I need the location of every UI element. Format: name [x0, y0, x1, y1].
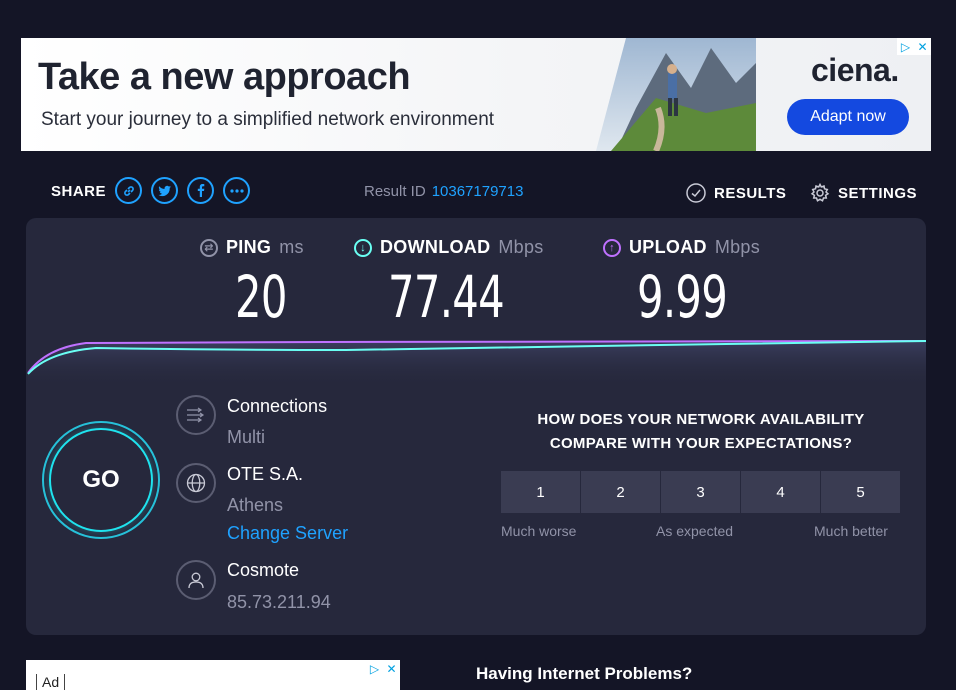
results-label: RESULTS: [714, 184, 787, 202]
settings-link[interactable]: SETTINGS: [810, 183, 917, 203]
survey-question: HOW DOES YOUR NETWORK AVAILABILITY COMPA…: [537, 411, 865, 452]
more-icon[interactable]: [223, 177, 250, 204]
change-server-link[interactable]: Change Server: [227, 523, 348, 544]
close-icon[interactable]: ✕: [914, 38, 931, 55]
rating-3-button[interactable]: 3: [661, 471, 740, 513]
ad-tag: Ad: [36, 674, 66, 690]
globe-icon: [176, 463, 216, 503]
user-icon: [176, 560, 216, 600]
ping-unit: ms: [279, 237, 304, 257]
connections-value[interactable]: Multi: [227, 427, 265, 448]
rating-5-button[interactable]: 5: [821, 471, 900, 513]
connections-title: Connections: [227, 396, 328, 416]
internet-problems-heading: Having Internet Problems?: [476, 664, 693, 683]
rating-label-mid: As expected: [656, 523, 734, 539]
result-id-label: Result ID: [364, 183, 426, 200]
upload-header: ↑ UPLOAD Mbps: [603, 237, 760, 258]
upload-icon: ↑: [603, 238, 621, 257]
ip-address: 85.73.211.94: [227, 592, 331, 612]
download-header: ↓ DOWNLOAD Mbps: [354, 237, 544, 258]
host-name: Cosmote: [227, 560, 300, 580]
link-icon[interactable]: [115, 177, 142, 204]
bottom-ad-banner[interactable]: Ad ▷ ✕: [26, 660, 400, 690]
adchoices-icon[interactable]: ▷: [366, 660, 383, 677]
upload-label: UPLOAD: [629, 237, 707, 257]
server-city: Athens: [227, 495, 284, 515]
download-icon: ↓: [354, 238, 372, 257]
download-label: DOWNLOAD: [380, 237, 491, 257]
ad-subtext: Start your journey to a simplified netwo…: [41, 109, 495, 130]
ping-icon: ⇄: [200, 238, 218, 257]
share-label: SHARE: [51, 183, 107, 200]
close-icon[interactable]: ✕: [383, 660, 400, 677]
ping-header: ⇄ PING ms: [200, 237, 304, 258]
check-circle-icon: [686, 183, 706, 203]
facebook-icon[interactable]: [187, 177, 214, 204]
ad-photo: [596, 38, 756, 151]
go-button[interactable]: GO: [42, 421, 160, 539]
ad-logo: ciena.: [811, 52, 899, 88]
rating-2-button[interactable]: 2: [581, 471, 660, 513]
ad-choices[interactable]: ▷ ✕: [897, 38, 931, 55]
rating-4-button[interactable]: 4: [741, 471, 820, 513]
twitter-icon[interactable]: [151, 177, 178, 204]
results-panel: ⇄ PING ms 20 ↓ DOWNLOAD Mbps 77.44 ↑ UPL…: [26, 218, 926, 635]
gear-icon: [810, 183, 830, 202]
adchoices-icon[interactable]: ▷: [897, 38, 914, 55]
rating-buttons: 1 2 3 4 5: [501, 471, 900, 513]
results-link[interactable]: RESULTS: [686, 183, 786, 203]
share-icons: [115, 177, 250, 204]
result-id: Result ID 10367179713: [364, 183, 523, 200]
result-id-value[interactable]: 10367179713: [432, 183, 524, 200]
rating-label-low: Much worse: [501, 523, 577, 539]
download-unit: Mbps: [498, 237, 544, 257]
top-ad-banner[interactable]: Take a new approach Start your journey t…: [21, 38, 931, 151]
bottom-ad-choices[interactable]: ▷ ✕: [366, 660, 400, 677]
ad-headline: Take a new approach: [38, 56, 411, 98]
rating-label-high: Much better: [814, 523, 888, 539]
ping-label: PING: [226, 237, 272, 257]
ad-cta-button[interactable]: Adapt now: [787, 99, 909, 135]
settings-label: SETTINGS: [838, 184, 918, 202]
speed-graph: [27, 340, 926, 388]
connections-icon: [176, 395, 216, 435]
rating-1-button[interactable]: 1: [501, 471, 580, 513]
isp-name: OTE S.A.: [227, 464, 304, 484]
upload-unit: Mbps: [714, 237, 761, 257]
go-button-label: GO: [49, 428, 153, 532]
